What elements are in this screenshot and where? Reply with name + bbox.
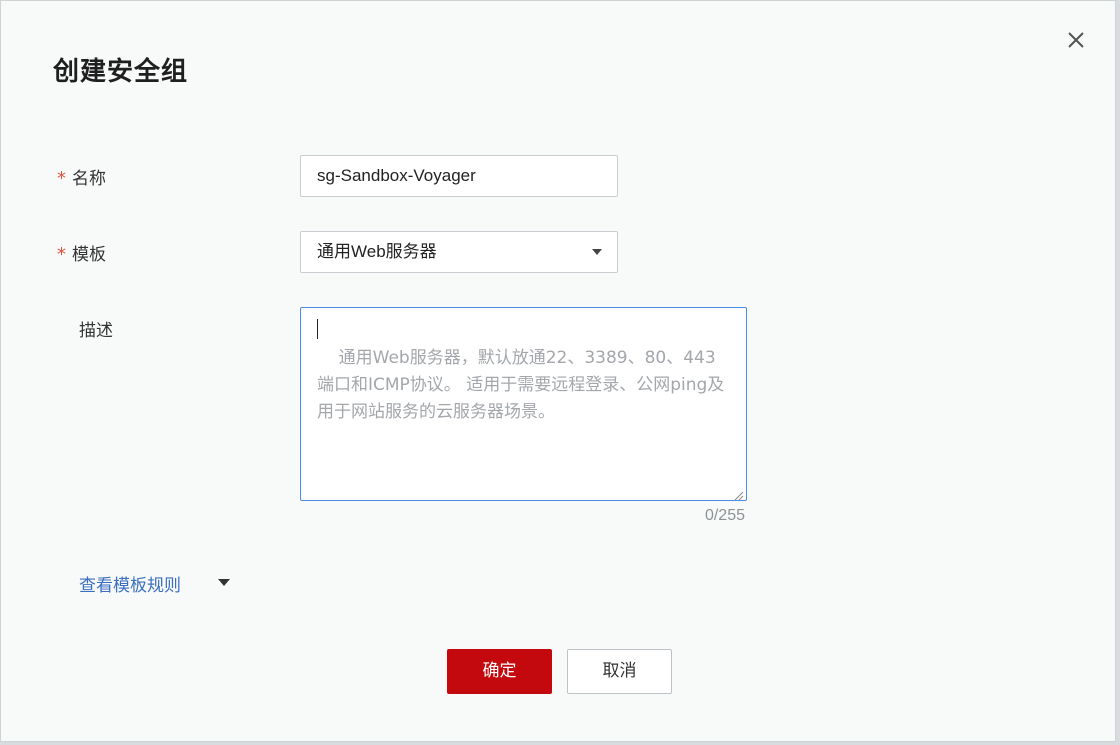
caret-down-icon	[592, 249, 602, 255]
template-label: 模板	[72, 245, 106, 265]
template-selected-value: 通用Web服务器	[317, 242, 437, 261]
description-label: 描述	[79, 321, 113, 341]
cancel-button[interactable]: 取消	[567, 649, 672, 694]
required-mark: *	[57, 244, 66, 265]
caret-down-icon[interactable]	[218, 579, 230, 586]
resize-handle-icon[interactable]	[732, 486, 744, 501]
name-label-row: * 名称	[57, 164, 106, 189]
description-textarea[interactable]: 通用Web服务器，默认放通22、3389、80、443端口和ICMP协议。 适用…	[300, 307, 747, 501]
name-label: 名称	[72, 169, 106, 189]
text-cursor	[317, 319, 318, 339]
name-input[interactable]: sg-Sandbox-Voyager	[300, 155, 618, 197]
required-mark: *	[57, 168, 66, 189]
description-placeholder: 通用Web服务器，默认放通22、3389、80、443端口和ICMP协议。 适用…	[317, 348, 725, 422]
template-select[interactable]: 通用Web服务器	[300, 231, 618, 273]
close-icon[interactable]	[1063, 27, 1089, 53]
view-template-rules-link[interactable]: 查看模板规则	[79, 571, 181, 596]
create-security-group-dialog: 创建安全组 * 名称 sg-Sandbox-Voyager * 模板 通用Web服务…	[0, 0, 1116, 742]
description-char-counter: 0/255	[704, 507, 745, 524]
confirm-button[interactable]: 确定	[447, 649, 552, 694]
template-label-row: * 模板	[57, 240, 106, 265]
dialog-title: 创建安全组	[53, 57, 189, 87]
